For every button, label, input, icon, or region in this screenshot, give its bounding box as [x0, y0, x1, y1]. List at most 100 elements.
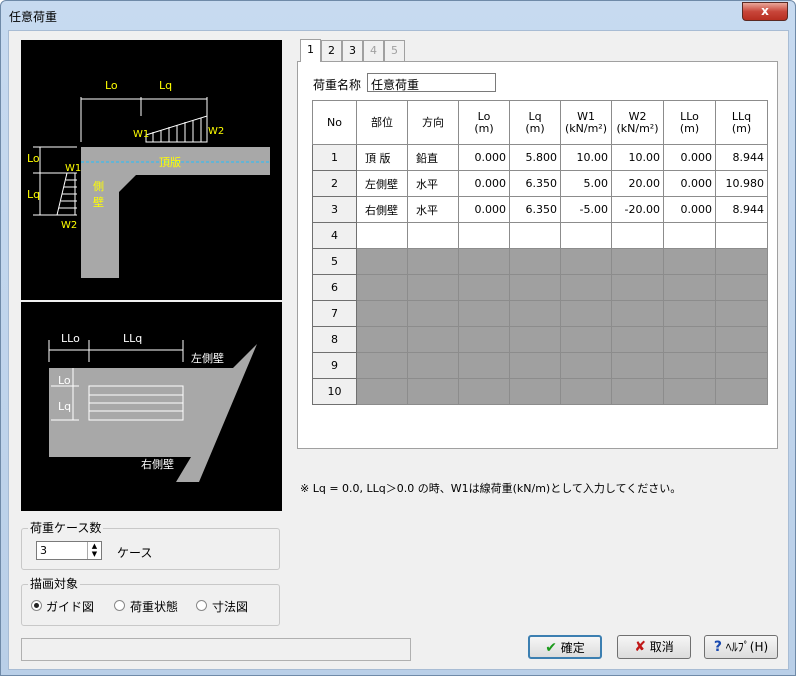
row-number[interactable]: 4 [312, 222, 357, 249]
close-button[interactable]: x [742, 2, 788, 21]
left-wall-label: 左側壁 [191, 351, 224, 365]
cell-lq[interactable]: 6.350 [509, 170, 561, 197]
cell-w1[interactable]: 10.00 [560, 144, 612, 171]
cell-llq[interactable]: 8.944 [715, 144, 768, 171]
section-diagram-svg: Lo Lq W1 W2 頂版 側 壁 Lo Lq W1 W2 [27, 79, 270, 278]
col-header-line1: No [327, 115, 342, 129]
cell-w1[interactable] [560, 222, 612, 249]
row-number[interactable]: 5 [312, 248, 357, 275]
cell-dir[interactable] [407, 222, 459, 249]
ok-button[interactable]: ✔ 確定 [528, 635, 602, 659]
cell-dir[interactable]: 鉛直 [407, 144, 459, 171]
cell-lo [458, 300, 510, 327]
cell-llo[interactable] [663, 222, 716, 249]
left-lo-label: Lo [27, 152, 40, 165]
cell-llo [663, 248, 716, 275]
row-number[interactable]: 3 [312, 196, 357, 223]
cell-dir[interactable]: 水平 [407, 170, 459, 197]
cell-lo[interactable]: 0.000 [458, 170, 510, 197]
side-wall-label-1: 側 [93, 180, 104, 193]
cell-llo[interactable]: 0.000 [663, 144, 716, 171]
spin-up-icon[interactable]: ▲ [87, 542, 101, 550]
cell-lq[interactable]: 6.350 [509, 196, 561, 223]
cell-llq[interactable]: 10.980 [715, 170, 768, 197]
col-header-line2: (m) [474, 121, 494, 135]
cell-w1[interactable]: 5.00 [560, 170, 612, 197]
cell-part[interactable]: 頂 版 [356, 144, 408, 171]
dim-llo-label: LLo [61, 332, 80, 345]
cell-w1[interactable]: -5.00 [560, 196, 612, 223]
right-wall-label: 右側壁 [141, 457, 174, 471]
cell-dir [407, 300, 459, 327]
cell-lo [458, 274, 510, 301]
cancel-button[interactable]: ✘ 取消 [617, 635, 691, 659]
cell-lq[interactable]: 5.800 [509, 144, 561, 171]
col-header-line1: 部位 [371, 115, 393, 129]
row-number[interactable]: 2 [312, 170, 357, 197]
tab-1[interactable]: 1 [300, 39, 321, 62]
cell-part[interactable]: 左側壁 [356, 170, 408, 197]
cell-lo[interactable]: 0.000 [458, 144, 510, 171]
cell-llo[interactable]: 0.000 [663, 170, 716, 197]
cell-part [356, 352, 408, 379]
cell-w2 [611, 326, 664, 353]
cell-dir[interactable]: 水平 [407, 196, 459, 223]
col-header: Lq (m) [509, 100, 561, 145]
cell-llq[interactable]: 8.944 [715, 196, 768, 223]
window-title: 任意荷重 [9, 10, 58, 24]
row-number[interactable]: 6 [312, 274, 357, 301]
cell-w2[interactable]: -20.00 [611, 196, 664, 223]
cell-w1 [560, 274, 612, 301]
row-number[interactable]: 7 [312, 300, 357, 327]
radio-load-state-label[interactable]: 荷重状態 [130, 598, 178, 615]
cell-lq[interactable] [509, 222, 561, 249]
w1-top-label: W1 [133, 129, 149, 140]
cell-dir [407, 248, 459, 275]
radio-guide-label[interactable]: ガイド図 [46, 598, 94, 615]
radio-guide[interactable] [31, 600, 42, 611]
cell-llo[interactable]: 0.000 [663, 196, 716, 223]
tab-4: 4 [363, 40, 384, 61]
input-note: ※ Lq = 0.0, LLq＞0.0 の時、W1は線荷重(kN/m)として入力… [300, 482, 682, 495]
cell-llq [715, 274, 768, 301]
cell-part[interactable] [356, 222, 408, 249]
spin-down-icon[interactable]: ▼ [87, 550, 101, 559]
cell-w2 [611, 248, 664, 275]
title-bar[interactable]: 任意荷重 x [1, 1, 795, 31]
cell-lo[interactable] [458, 222, 510, 249]
side-wall-label-2: 壁 [93, 195, 104, 209]
table-row: 1頂 版鉛直 0.000 5.800 10.00 10.00 0.000 8.944 [312, 144, 768, 171]
table-row: 7 [312, 300, 768, 327]
cell-w2[interactable]: 10.00 [611, 144, 664, 171]
radio-load-state[interactable] [114, 600, 125, 611]
cell-part [356, 378, 408, 405]
cell-w2[interactable]: 20.00 [611, 170, 664, 197]
cross-icon: ✘ [634, 639, 646, 655]
cell-llo [663, 378, 716, 405]
help-button[interactable]: ? ﾍﾙﾌﾟ(H) [704, 635, 778, 659]
cell-lo[interactable]: 0.000 [458, 196, 510, 223]
w1-side-label: W1 [65, 163, 81, 174]
row-number[interactable]: 10 [312, 378, 357, 405]
row-number[interactable]: 1 [312, 144, 357, 171]
col-header-line2: (m) [679, 121, 700, 135]
guide-diagram-plan: LLo LLq 左側壁 右側壁 Lo Lq [21, 302, 282, 511]
col-header: W1 (kN/m²) [560, 100, 612, 145]
case-count-spinner[interactable]: 3 ▲ ▼ [36, 541, 102, 560]
row-number[interactable]: 9 [312, 352, 357, 379]
radio-dimension[interactable] [196, 600, 207, 611]
radio-dimension-label[interactable]: 寸法図 [212, 598, 248, 615]
w2-top-label: W2 [208, 126, 224, 137]
tab-3[interactable]: 3 [342, 40, 363, 61]
tab-2[interactable]: 2 [321, 40, 342, 61]
case-count-value: 3 [40, 544, 47, 557]
cell-part[interactable]: 右側壁 [356, 196, 408, 223]
cell-part [356, 248, 408, 275]
row-number[interactable]: 8 [312, 326, 357, 353]
cell-llq[interactable] [715, 222, 768, 249]
cell-w2 [611, 378, 664, 405]
cell-llo [663, 274, 716, 301]
load-name-input[interactable]: 任意荷重 [367, 73, 496, 92]
cell-w2[interactable] [611, 222, 664, 249]
table-row: 9 [312, 352, 768, 379]
